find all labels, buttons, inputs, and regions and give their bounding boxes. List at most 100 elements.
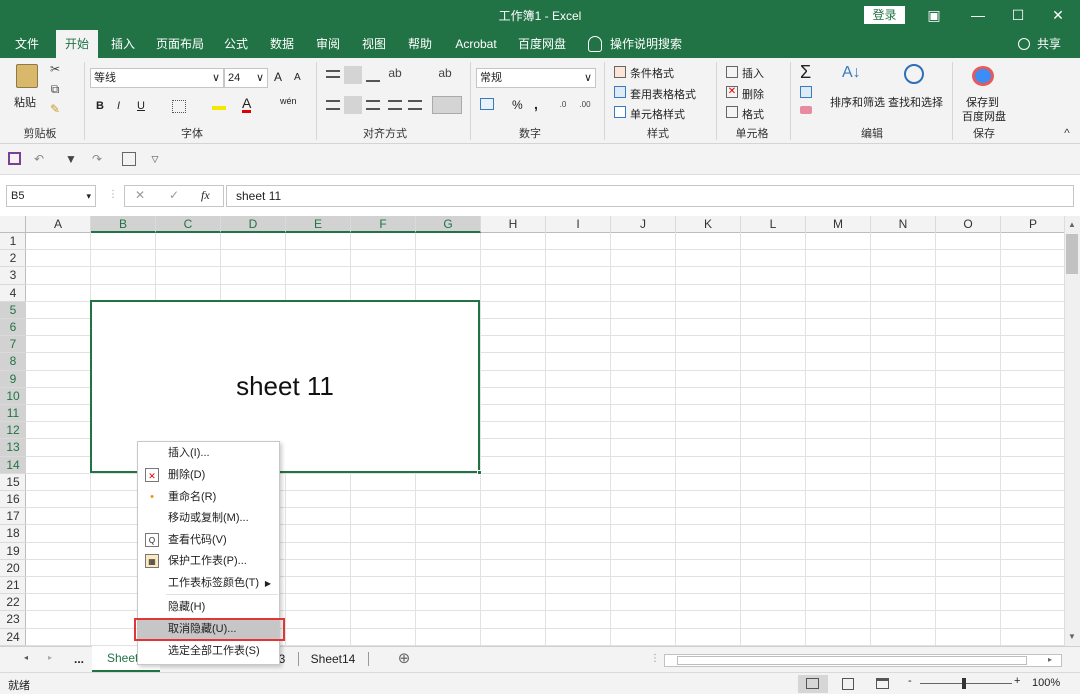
row-header-7[interactable]: 7 (0, 336, 26, 354)
undo-icon[interactable]: ↶ (32, 152, 46, 166)
column-header-h[interactable]: H (481, 216, 546, 233)
conditional-format-button[interactable]: 条件格式 (630, 65, 674, 81)
next-sheet-icon[interactable]: ▸ (48, 653, 52, 662)
font-color-button[interactable]: A (242, 96, 252, 113)
column-header-b[interactable]: B (91, 216, 156, 233)
menu-item-rename[interactable]: • 重命名(R) (138, 487, 279, 508)
menu-item-hide[interactable]: 隐藏(H) (138, 597, 279, 618)
format-cells-button[interactable]: 格式 (742, 106, 764, 122)
login-button[interactable]: 登录 (864, 6, 905, 24)
paste-icon[interactable] (16, 64, 38, 88)
sort-filter-button[interactable]: 排序和筛选 (830, 94, 885, 110)
tab-file[interactable]: 文件 (8, 30, 46, 58)
bold-button[interactable]: B (96, 100, 104, 112)
row-header-5[interactable]: 5 (0, 301, 26, 319)
prev-sheet-icon[interactable]: ◂ (24, 653, 28, 662)
page-layout-icon[interactable] (842, 678, 854, 690)
insert-function-icon[interactable]: fx (201, 188, 210, 203)
orientation-icon[interactable]: ab (388, 66, 402, 80)
formula-input[interactable]: sheet 11 (226, 185, 1074, 207)
comma-button[interactable]: , (534, 96, 538, 112)
scroll-up-icon[interactable]: ▲ (1068, 220, 1076, 229)
row-header-2[interactable]: 2 (0, 250, 26, 268)
cancel-icon[interactable]: ✕ (135, 188, 145, 202)
menu-item-protect-sheet[interactable]: ▦ 保护工作表(P)... (138, 551, 279, 572)
grow-font-button[interactable]: A (274, 70, 282, 84)
font-size-select[interactable]: 24 ∨ (224, 68, 268, 88)
decrease-decimal-icon[interactable]: .00 (578, 98, 592, 112)
tab-acrobat[interactable]: Acrobat (446, 30, 506, 58)
row-header-3[interactable]: 3 (0, 267, 26, 285)
copy-icon[interactable]: ⧉ (48, 82, 62, 96)
align-right-icon[interactable] (366, 100, 380, 110)
align-left-icon[interactable] (326, 100, 340, 110)
delete-cells-button[interactable]: 删除 (742, 86, 764, 102)
row-header-18[interactable]: 18 (0, 525, 26, 543)
tab-insert[interactable]: 插入 (104, 30, 142, 58)
underline-button[interactable]: U (137, 100, 145, 112)
menu-item-insert[interactable]: 插入(I)... (138, 443, 279, 464)
zoom-level[interactable]: 100% (1032, 677, 1060, 689)
close-button[interactable]: ✕ (1038, 0, 1078, 30)
zoom-thumb[interactable] (962, 678, 966, 689)
filter-icon[interactable]: ▼ (64, 152, 78, 166)
column-header-o[interactable]: O (936, 216, 1001, 233)
column-header-d[interactable]: D (221, 216, 286, 233)
name-box[interactable]: B5 ▾ (6, 185, 96, 207)
row-header-24[interactable]: 24 (0, 629, 26, 646)
row-header-17[interactable]: 17 (0, 508, 26, 526)
row-header-4[interactable]: 4 (0, 285, 26, 302)
percent-button[interactable]: % (512, 98, 523, 112)
fill-icon[interactable] (800, 86, 812, 98)
decrease-indent-icon[interactable] (388, 100, 402, 110)
print-preview-icon[interactable] (122, 152, 136, 166)
collapse-ribbon-icon[interactable]: ^ (1060, 126, 1074, 140)
italic-button[interactable]: I (117, 100, 120, 112)
menu-item-move-copy[interactable]: 移动或复制(M)... (138, 508, 279, 529)
row-header-8[interactable]: 8 (0, 353, 26, 371)
select-all-corner[interactable] (0, 216, 26, 233)
autosum-icon[interactable]: Σ (800, 62, 811, 83)
row-header-15[interactable]: 15 (0, 474, 26, 491)
accounting-format-icon[interactable] (480, 98, 494, 110)
tab-view[interactable]: 视图 (354, 30, 394, 58)
scroll-thumb[interactable] (1066, 234, 1078, 274)
align-center-icon[interactable] (344, 96, 362, 114)
find-select-button[interactable]: 查找和选择 (888, 94, 943, 110)
scroll-down-icon[interactable]: ▼ (1068, 632, 1076, 641)
tab-data[interactable]: 数据 (262, 30, 302, 58)
row-header-1[interactable]: 1 (0, 233, 26, 251)
format-as-table-button[interactable]: 套用表格格式 (630, 86, 696, 102)
wrap-text-icon[interactable]: ab (438, 66, 452, 80)
menu-item-select-all-sheets[interactable]: 选定全部工作表(S) (138, 641, 279, 662)
maximize-button[interactable]: ☐ (998, 0, 1038, 30)
minimize-button[interactable]: — (958, 0, 998, 30)
column-header-i[interactable]: I (546, 216, 611, 233)
ribbon-display-icon[interactable]: ▣ (914, 0, 954, 30)
tell-me-search[interactable]: 操作说明搜索 (610, 30, 690, 58)
tab-home[interactable]: 开始 (56, 30, 98, 58)
sheet-tab-sheet14[interactable]: Sheet14 (304, 647, 362, 671)
add-sheet-button[interactable]: ⊕ (394, 647, 414, 671)
tab-splitter-icon[interactable]: ⋮ (650, 653, 660, 664)
cut-icon[interactable]: ✂ (48, 62, 62, 76)
tab-formulas[interactable]: 公式 (216, 30, 256, 58)
tab-page-layout[interactable]: 页面布局 (150, 30, 210, 58)
scroll-right-icon[interactable]: ▸ (1048, 655, 1052, 664)
row-header-10[interactable]: 10 (0, 387, 26, 405)
row-header-23[interactable]: 23 (0, 611, 26, 629)
row-header-9[interactable]: 9 (0, 370, 26, 388)
column-header-k[interactable]: K (676, 216, 741, 233)
fill-color-icon[interactable] (212, 98, 226, 110)
increase-indent-icon[interactable] (408, 100, 422, 110)
row-header-11[interactable]: 11 (0, 405, 26, 423)
column-header-n[interactable]: N (871, 216, 936, 233)
hscroll-thumb[interactable] (677, 656, 1027, 665)
share-button[interactable]: 共享 (1034, 30, 1064, 58)
clear-eraser-icon[interactable] (800, 106, 812, 114)
zoom-in-button[interactable]: + (1014, 675, 1020, 687)
format-painter-icon[interactable]: ✎ (48, 102, 62, 116)
zoom-slider[interactable] (920, 683, 1012, 684)
row-header-19[interactable]: 19 (0, 543, 26, 560)
column-header-e[interactable]: E (286, 216, 351, 233)
